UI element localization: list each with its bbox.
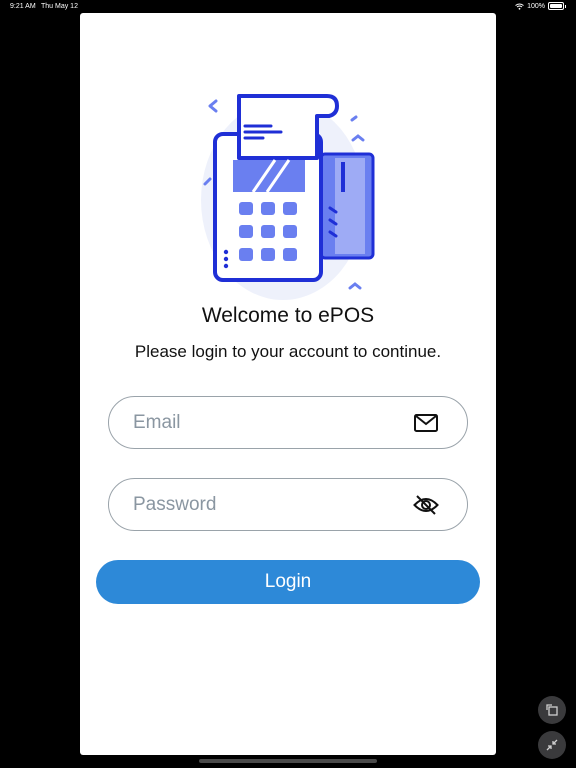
status-right: 100%	[515, 2, 566, 10]
minimize-window-icon[interactable]	[538, 731, 566, 759]
page-title: Welcome to ePOS	[201, 304, 375, 327]
password-field[interactable]	[108, 478, 468, 531]
login-button[interactable]: Login	[96, 560, 480, 604]
status-date: Thu May 12	[41, 3, 78, 10]
status-time: 9:21 AM	[10, 3, 36, 10]
eye-off-icon[interactable]	[411, 494, 441, 516]
page-subtitle: Please login to your account to continue…	[134, 342, 442, 361]
email-input[interactable]	[131, 410, 411, 435]
pos-terminal-illustration	[201, 94, 375, 300]
battery-icon	[548, 2, 564, 10]
mail-icon	[411, 412, 441, 434]
rotate-window-icon[interactable]	[538, 696, 566, 724]
email-field[interactable]	[108, 396, 468, 449]
battery-percent: 100%	[527, 2, 545, 10]
wifi-icon	[515, 3, 524, 10]
home-indicator[interactable]	[199, 759, 377, 763]
password-input[interactable]	[131, 492, 411, 517]
status-bar: 9:21 AM Thu May 12 100%	[0, 0, 576, 13]
